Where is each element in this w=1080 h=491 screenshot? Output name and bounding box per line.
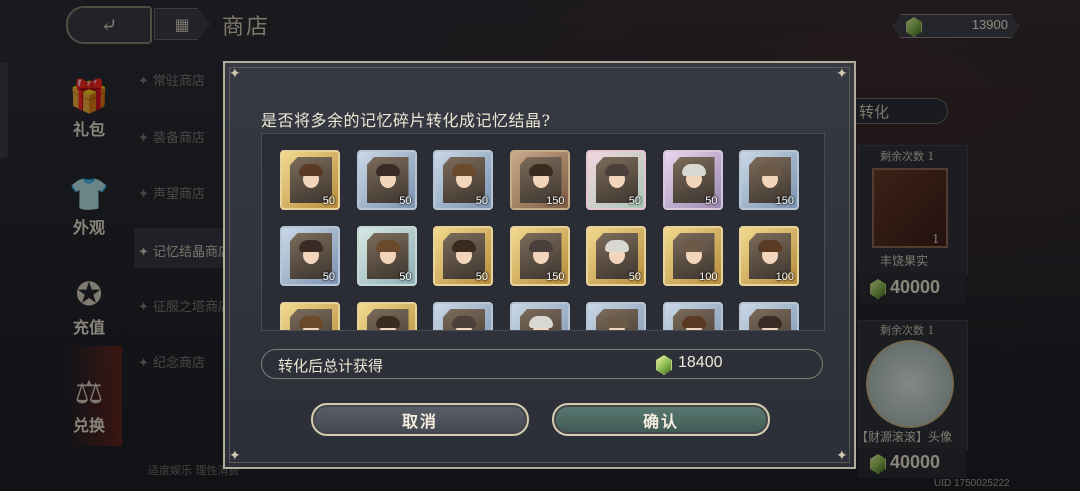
- fragment-count: 50: [628, 271, 641, 283]
- fragment-count: 50: [322, 195, 335, 207]
- portrait-hair: [605, 164, 629, 176]
- fragment-count: 50: [399, 195, 412, 207]
- portrait-hair: [375, 164, 400, 176]
- fragment-count: 50: [705, 195, 718, 207]
- memory-fragment-card[interactable]: 50: [586, 226, 646, 286]
- fragment-count: 150: [546, 271, 565, 283]
- character-portrait: [366, 309, 409, 330]
- total-row: 转化后总计获得 18400: [261, 349, 823, 379]
- portrait-hair: [299, 164, 323, 176]
- character-portrait: [749, 309, 791, 330]
- memory-fragment-card[interactable]: 50: [433, 150, 493, 210]
- memory-fragment-card[interactable]: 50: [433, 226, 493, 286]
- fragment-count: 150: [546, 195, 565, 207]
- portrait-hair: [375, 316, 400, 328]
- confirm-button[interactable]: 确认: [552, 403, 770, 436]
- portrait-hair: [758, 164, 782, 176]
- fragment-count: 50: [475, 195, 488, 207]
- dialog-question: 是否将多余的记忆碎片转化成记忆结晶?: [261, 111, 551, 130]
- portrait-hair: [528, 316, 553, 328]
- character-portrait: [672, 309, 715, 330]
- memory-fragment-card[interactable]: [356, 302, 417, 330]
- crystal-icon: [656, 355, 672, 375]
- fragment-count: 50: [399, 271, 412, 283]
- fragment-count: 50: [322, 271, 335, 283]
- character-portrait: [596, 309, 638, 330]
- memory-fragment-card[interactable]: [509, 302, 570, 330]
- convert-dialog: ✦ ✦ ✦ ✦ 是否将多余的记忆碎片转化成记忆结晶? 50 50 50 150 50 50…: [223, 61, 856, 469]
- portrait-hair: [605, 316, 629, 328]
- corner-ornament-icon: ✦: [836, 448, 848, 464]
- portrait-hair: [528, 164, 553, 176]
- memory-fragment-card[interactable]: 150: [509, 226, 570, 286]
- memory-fragment-card[interactable]: 100: [662, 226, 723, 286]
- portrait-hair: [605, 240, 629, 252]
- portrait-hair: [452, 316, 476, 328]
- fragment-count: 150: [775, 195, 794, 207]
- memory-fragment-card[interactable]: 50: [280, 150, 340, 210]
- corner-ornament-icon: ✦: [229, 66, 241, 82]
- memory-fragment-card[interactable]: [739, 302, 799, 330]
- portrait-hair: [681, 316, 706, 328]
- memory-fragment-card[interactable]: 150: [509, 150, 570, 210]
- fragment-count: 100: [775, 271, 794, 283]
- portrait-hair: [681, 240, 706, 252]
- memory-fragment-card[interactable]: 50: [586, 150, 646, 210]
- memory-fragment-card[interactable]: 50: [662, 150, 723, 210]
- portrait-hair: [375, 240, 400, 252]
- memory-fragment-card[interactable]: 50: [280, 226, 340, 286]
- corner-ornament-icon: ✦: [836, 66, 848, 82]
- portrait-hair: [681, 164, 706, 176]
- memory-fragment-grid[interactable]: 50 50 50 150 50 50 150 50 50 50 150 50 100 100: [261, 133, 825, 331]
- memory-fragment-card[interactable]: 50: [356, 226, 417, 286]
- total-value: 18400: [678, 354, 723, 371]
- corner-ornament-icon: ✦: [229, 448, 241, 464]
- cancel-button[interactable]: 取消: [311, 403, 529, 436]
- character-portrait: [443, 309, 485, 330]
- memory-fragment-card[interactable]: [662, 302, 723, 330]
- portrait-hair: [452, 240, 476, 252]
- memory-fragment-card[interactable]: [586, 302, 646, 330]
- memory-fragment-card[interactable]: 150: [739, 150, 799, 210]
- portrait-hair: [299, 240, 323, 252]
- total-label: 转化后总计获得: [278, 357, 384, 375]
- portrait-hair: [299, 316, 323, 328]
- fragment-count: 50: [475, 271, 488, 283]
- character-portrait: [290, 309, 332, 330]
- memory-fragment-card[interactable]: 100: [739, 226, 799, 286]
- fragment-count: 50: [628, 195, 641, 207]
- portrait-hair: [758, 316, 782, 328]
- memory-fragment-card[interactable]: [280, 302, 340, 330]
- portrait-hair: [452, 164, 476, 176]
- character-portrait: [519, 309, 562, 330]
- memory-fragment-card[interactable]: [433, 302, 493, 330]
- portrait-hair: [758, 240, 782, 252]
- memory-fragment-card[interactable]: 50: [356, 150, 417, 210]
- portrait-hair: [528, 240, 553, 252]
- fragment-count: 100: [699, 271, 718, 283]
